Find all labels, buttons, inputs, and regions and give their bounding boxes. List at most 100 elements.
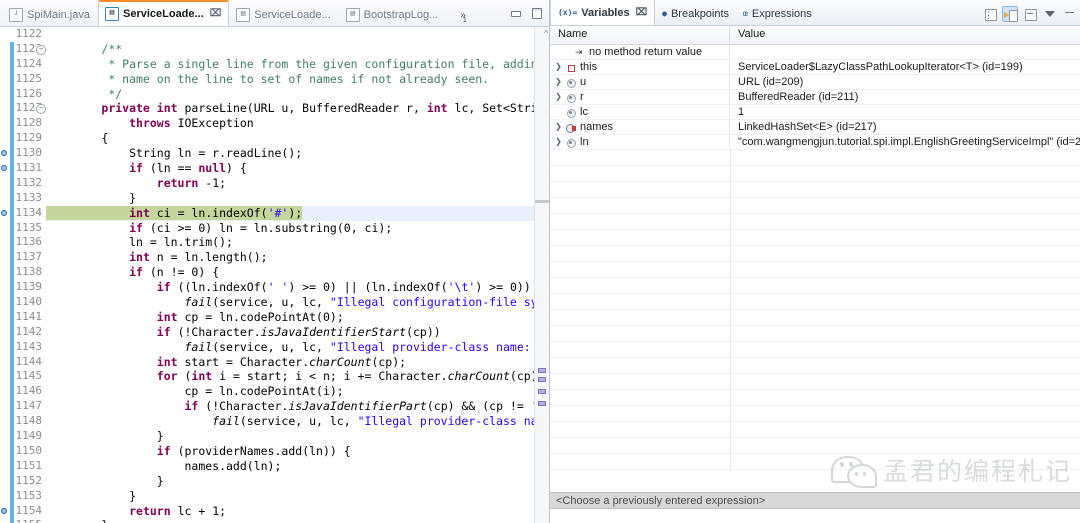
- debug-tab-breakpoints[interactable]: ● Breakpoints: [655, 2, 736, 25]
- variable-row[interactable]: ❯ r BufferedReader (id=211): [550, 89, 1080, 105]
- gutter-slot[interactable]: [0, 444, 10, 459]
- minimize-button[interactable]: [510, 8, 522, 18]
- gutter-slot[interactable]: [0, 369, 10, 384]
- overview-ruler[interactable]: ^: [534, 27, 549, 523]
- variable-row[interactable]: ❯ ln "com.wangmengjun.tutorial.spi.impl.En…: [550, 134, 1080, 150]
- gutter-slot[interactable]: [0, 355, 10, 370]
- expand-arrow-icon[interactable]: ❯: [554, 121, 563, 133]
- overview-scroll-up-icon[interactable]: ^: [544, 29, 548, 38]
- empty-table-row: [550, 294, 1080, 310]
- view-menu-button[interactable]: [1042, 6, 1058, 22]
- gutter-slot[interactable]: [0, 295, 10, 310]
- gutter-slot[interactable]: [0, 146, 10, 161]
- code-line: String ln = r.readLine();: [46, 146, 303, 161]
- gutter-slot[interactable]: [0, 206, 10, 221]
- collapse-all-button[interactable]: [1022, 6, 1038, 22]
- expression-input-bar[interactable]: <Choose a previously entered expression>: [550, 492, 1080, 509]
- overview-marker[interactable]: [538, 401, 546, 406]
- variable-name-cell[interactable]: ❯ names: [550, 119, 730, 135]
- gutter-slot[interactable]: [0, 265, 10, 280]
- debug-tab-expressions[interactable]: œ Expressions: [736, 2, 819, 25]
- variable-row[interactable]: ❯ this ServiceLoader$LazyClassPathLookupIt…: [550, 59, 1080, 75]
- editor-tab-2[interactable]: ▤ ServiceLoade...: [229, 2, 338, 26]
- overview-marker[interactable]: [538, 389, 546, 394]
- variable-name-cell[interactable]: lc: [550, 104, 730, 120]
- gutter-slot[interactable]: [0, 518, 10, 523]
- overview-marker[interactable]: [538, 377, 546, 382]
- editor-tab-1[interactable]: ▤ ServiceLoade... ⌧: [97, 0, 230, 26]
- fold-toggle-icon[interactable]: −: [36, 104, 46, 115]
- gutter-slot[interactable]: [0, 101, 10, 116]
- variable-value-cell[interactable]: LinkedHashSet<E> (id=217): [730, 120, 1080, 135]
- debug-step-marker-icon[interactable]: [0, 149, 8, 157]
- overview-marker[interactable]: [538, 368, 546, 373]
- gutter-slot[interactable]: [0, 429, 10, 444]
- expand-arrow-icon[interactable]: ❯: [554, 136, 563, 148]
- gutter-slot[interactable]: [0, 191, 10, 206]
- breakpoint-gutter[interactable]: [0, 27, 10, 523]
- column-header-name[interactable]: Name: [550, 26, 730, 44]
- variable-value-cell[interactable]: [730, 45, 1080, 60]
- show-type-names-button[interactable]: [1002, 6, 1018, 22]
- expand-arrow-icon[interactable]: ❯: [554, 91, 563, 103]
- variable-value-cell[interactable]: "com.wangmengjun.tutorial.spi.impl.Engli…: [730, 135, 1080, 150]
- gutter-slot[interactable]: [0, 414, 10, 429]
- gutter-slot[interactable]: [0, 384, 10, 399]
- variable-name-cell[interactable]: ❯ this: [550, 59, 730, 75]
- gutter-slot[interactable]: [0, 27, 10, 42]
- variable-value-cell[interactable]: 1: [730, 105, 1080, 120]
- debug-step-marker-icon[interactable]: [0, 209, 8, 217]
- variable-name-cell[interactable]: ❯ ln: [550, 134, 730, 150]
- gutter-slot[interactable]: [0, 489, 10, 504]
- variable-row[interactable]: ❯ names LinkedHashSet<E> (id=217): [550, 119, 1080, 135]
- gutter-slot[interactable]: [0, 176, 10, 191]
- gutter-slot[interactable]: [0, 72, 10, 87]
- gutter-slot[interactable]: [0, 504, 10, 519]
- gutter-slot[interactable]: [0, 280, 10, 295]
- expand-arrow-icon[interactable]: ❯: [554, 76, 563, 88]
- editor-tab-overflow-button[interactable]: »1: [460, 10, 469, 24]
- debug-tab-variables[interactable]: (x)= Variables ⌧: [550, 0, 656, 25]
- variables-table[interactable]: ⇥ no method return value ❯ this ServiceLoade…: [550, 45, 1080, 492]
- object-icon: [566, 62, 577, 73]
- gutter-slot[interactable]: [0, 87, 10, 102]
- code-area[interactable]: 1122 1123−1124 1125 1126 1127−1128 1129 1130 11…: [0, 27, 549, 523]
- gutter-slot[interactable]: [0, 42, 10, 57]
- fold-toggle-icon[interactable]: −: [36, 44, 46, 55]
- variable-row[interactable]: lc 1: [550, 104, 1080, 120]
- gutter-slot[interactable]: [0, 131, 10, 146]
- debug-step-marker-icon[interactable]: [0, 164, 8, 172]
- show-logical-structure-button[interactable]: ⋮: [982, 6, 998, 22]
- variable-row[interactable]: ❯ u URL (id=209): [550, 74, 1080, 90]
- minimize-view-button[interactable]: [1062, 6, 1078, 22]
- variable-name-cell[interactable]: ⇥ no method return value: [550, 45, 730, 60]
- gutter-slot[interactable]: [0, 399, 10, 414]
- gutter-slot[interactable]: [0, 116, 10, 131]
- gutter-slot[interactable]: [0, 310, 10, 325]
- column-header-value[interactable]: Value: [730, 26, 1080, 44]
- gutter-slot[interactable]: [0, 250, 10, 265]
- variable-name-cell[interactable]: ❯ r: [550, 89, 730, 105]
- close-icon[interactable]: ⌧: [210, 9, 222, 19]
- debug-step-marker-icon[interactable]: [0, 507, 8, 515]
- variable-value-cell[interactable]: BufferedReader (id=211): [730, 90, 1080, 105]
- gutter-slot[interactable]: [0, 161, 10, 176]
- gutter-slot[interactable]: [0, 235, 10, 250]
- variable-value-cell[interactable]: URL (id=209): [730, 75, 1080, 90]
- gutter-slot[interactable]: [0, 340, 10, 355]
- variable-row[interactable]: ⇥ no method return value: [550, 45, 1080, 60]
- editor-tab-0[interactable]: J SpiMain.java: [2, 2, 98, 26]
- maximize-button[interactable]: [531, 8, 543, 19]
- gutter-slot[interactable]: [0, 57, 10, 72]
- editor-tab-3[interactable]: ▤ BootstrapLog...: [339, 2, 447, 26]
- source-code-text[interactable]: /** * Parse a single line from the given…: [46, 27, 534, 523]
- gutter-slot[interactable]: [0, 325, 10, 340]
- expand-arrow-icon[interactable]: ❯: [554, 61, 563, 73]
- gutter-slot[interactable]: [0, 474, 10, 489]
- variable-name-cell[interactable]: ❯ u: [550, 74, 730, 90]
- panel-bottom-filler: [550, 509, 1080, 523]
- close-icon[interactable]: ⌧: [636, 7, 648, 18]
- gutter-slot[interactable]: [0, 459, 10, 474]
- variable-value-cell[interactable]: ServiceLoader$LazyClassPathLookupIterato…: [730, 60, 1080, 75]
- gutter-slot[interactable]: [0, 221, 10, 236]
